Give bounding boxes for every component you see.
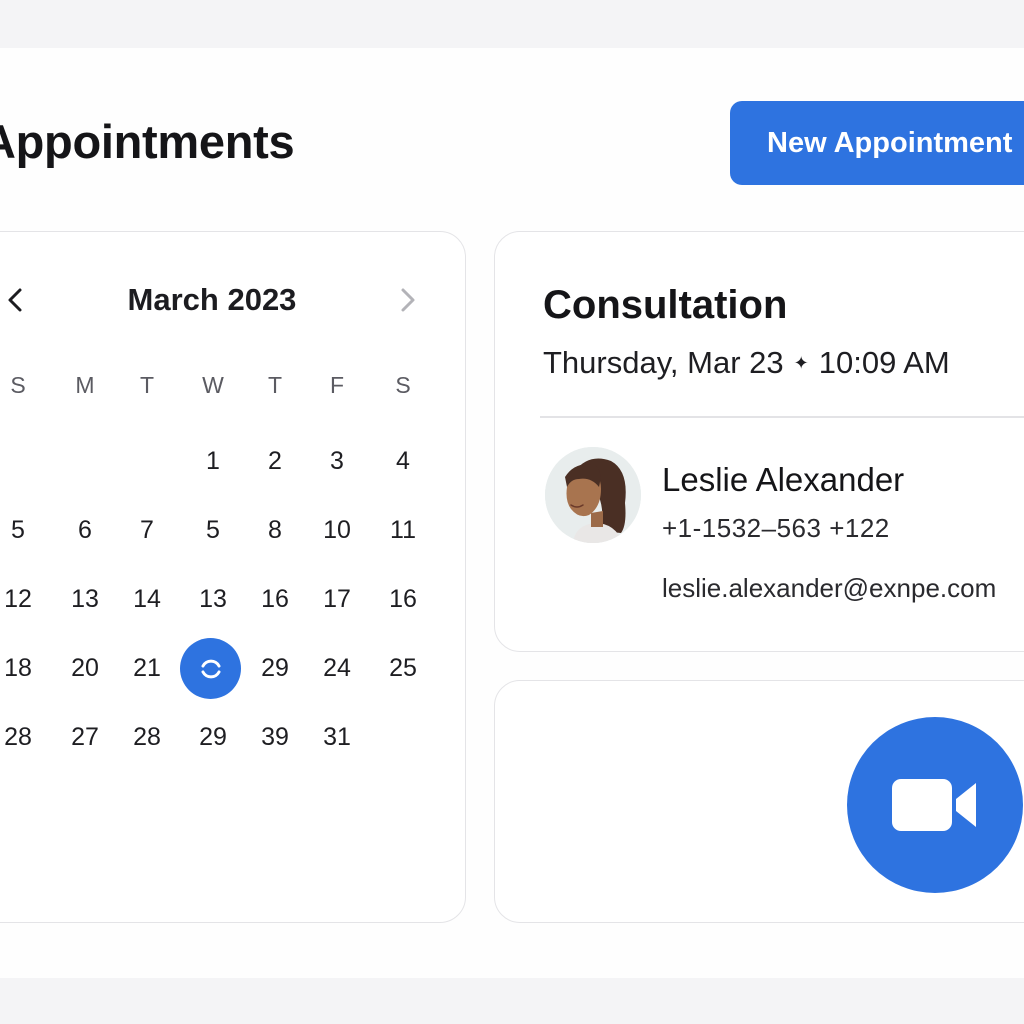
calendar-day[interactable]: 27 — [55, 717, 115, 757]
weekday-label: F — [329, 372, 345, 398]
calendar-day[interactable]: 4 — [373, 441, 433, 481]
divider — [540, 416, 1024, 418]
calendar-month-label: March 2023 — [127, 282, 297, 317]
new-appointment-button[interactable]: New Appointment — [730, 101, 1024, 185]
calendar-day[interactable]: 5 — [0, 510, 48, 550]
calendar-day[interactable]: 12 — [0, 579, 48, 619]
calendar-day[interactable]: 29 — [183, 717, 243, 757]
appointment-time: 10:09 AM — [818, 345, 950, 380]
calendar-day[interactable]: 16 — [373, 579, 433, 619]
chevron-right-icon[interactable] — [393, 284, 421, 316]
calendar-day[interactable]: 8 — [245, 510, 305, 550]
calendar-day[interactable]: 13 — [55, 579, 115, 619]
weekday-label: M — [75, 372, 95, 398]
contact-phone[interactable]: +1-1532–563 +122 — [662, 513, 890, 544]
calendar-day[interactable]: 2 — [245, 441, 305, 481]
calendar-day[interactable]: 5 — [183, 510, 243, 550]
calendar-day[interactable]: 18 — [0, 648, 48, 688]
contact-email[interactable]: leslie.alexander@exnpe.com — [662, 573, 996, 604]
weekday-label: W — [202, 372, 224, 398]
calendar-day[interactable]: 1 — [183, 441, 243, 481]
calendar-card — [0, 231, 466, 923]
weekday-label: S — [395, 372, 411, 398]
calendar-day[interactable]: 20 — [55, 648, 115, 688]
calendar-day-selected[interactable] — [180, 638, 241, 699]
calendar-day[interactable]: 29 — [245, 648, 305, 688]
calendar-day[interactable]: 3 — [307, 441, 367, 481]
video-call-button[interactable] — [847, 717, 1023, 893]
calendar-day[interactable]: 25 — [373, 648, 433, 688]
calendar-day[interactable]: 28 — [0, 717, 48, 757]
calendar-day[interactable]: 39 — [245, 717, 305, 757]
weekday-label: S — [10, 372, 26, 398]
video-camera-icon — [892, 779, 976, 831]
calendar-day[interactable]: 13 — [183, 579, 243, 619]
calendar-day[interactable]: 21 — [117, 648, 177, 688]
calendar-day[interactable]: 31 — [307, 717, 367, 757]
calendar-day[interactable]: 6 — [55, 510, 115, 550]
separator-icon: ✦ — [793, 353, 809, 373]
calendar-day[interactable]: 7 — [117, 510, 177, 550]
refresh-icon — [201, 659, 220, 678]
calendar-day[interactable]: 11 — [373, 510, 433, 550]
calendar-day[interactable]: 10 — [307, 510, 367, 550]
contact-name: Leslie Alexander — [662, 461, 905, 498]
calendar-day[interactable]: 16 — [245, 579, 305, 619]
page-title: Appointments — [0, 115, 295, 168]
calendar-day[interactable]: 17 — [307, 579, 367, 619]
weekday-label: T — [267, 372, 283, 398]
avatar — [545, 447, 641, 543]
chevron-left-icon[interactable] — [2, 284, 30, 316]
calendar-day[interactable]: 28 — [117, 717, 177, 757]
appointment-title: Consultation — [543, 283, 788, 327]
appointment-day: Thursday, Mar 23 — [543, 345, 784, 380]
appointment-datetime: Thursday, Mar 23 ✦ 10:09 AM — [543, 345, 950, 381]
calendar-day[interactable]: 24 — [307, 648, 367, 688]
calendar-day[interactable]: 14 — [117, 579, 177, 619]
weekday-label: T — [139, 372, 155, 398]
